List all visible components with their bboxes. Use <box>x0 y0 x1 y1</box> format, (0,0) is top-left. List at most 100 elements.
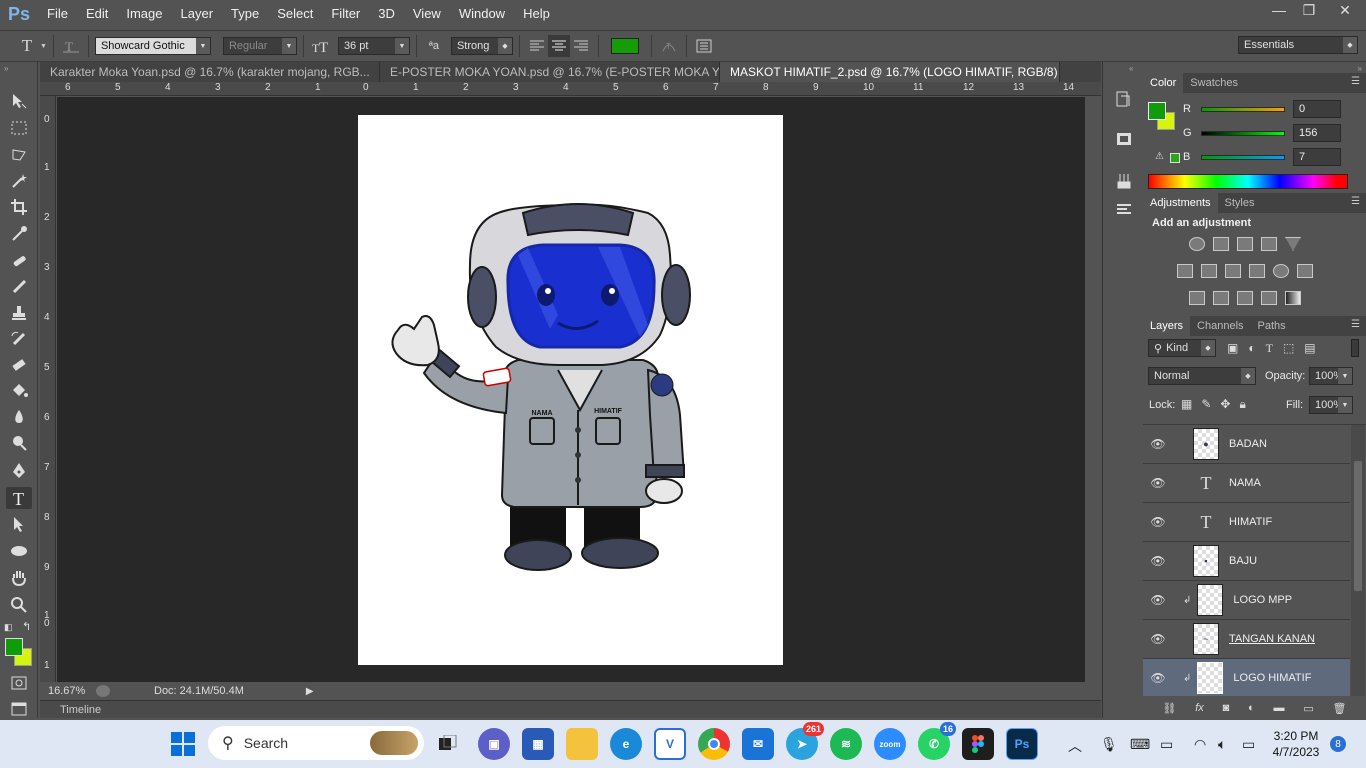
tab-channels[interactable]: Channels <box>1190 316 1250 336</box>
microsoft-store-icon[interactable]: ▦ <box>522 728 554 760</box>
new-adjustment-icon[interactable]: ◐ <box>1248 702 1255 718</box>
layer-name[interactable]: LOGO MPP <box>1233 594 1292 606</box>
smart-object-filter-icon[interactable]: ▤ <box>1304 341 1315 356</box>
pen-tool-icon[interactable] <box>6 460 32 482</box>
menu-3d[interactable]: 3D <box>369 0 404 28</box>
opacity-field[interactable]: 100% ▼ <box>1309 367 1353 385</box>
exposure-icon[interactable] <box>1261 237 1277 251</box>
font-family-select[interactable]: Showcard Gothic ▼ <box>94 37 211 55</box>
font-style-select[interactable]: Regular ▼ <box>222 37 297 55</box>
web-safe-color-icon[interactable] <box>1170 153 1180 163</box>
filter-toggle[interactable] <box>1351 339 1359 357</box>
dodge-tool-icon[interactable] <box>6 432 32 454</box>
new-layer-icon[interactable]: ▭ <box>1303 702 1313 718</box>
link-layers-icon[interactable]: ⛓︎ <box>1162 702 1176 718</box>
zoom-app-icon[interactable]: zoom <box>874 728 906 760</box>
ellipse-tool-icon[interactable] <box>6 540 32 562</box>
vibrance-icon[interactable] <box>1285 237 1301 251</box>
menu-filter[interactable]: Filter <box>322 0 369 28</box>
fill-field[interactable]: 100% ▼ <box>1309 396 1353 414</box>
align-right-icon[interactable] <box>570 35 592 57</box>
layer-row-tangan-kanan[interactable]: 👁︎ ~ TANGAN KANAN <box>1143 620 1350 659</box>
display-icon[interactable]: ▭ <box>1160 736 1173 753</box>
blue-value-field[interactable]: 7 <box>1293 148 1341 166</box>
crop-tool-icon[interactable] <box>6 196 32 218</box>
edge-browser-icon[interactable]: e <box>610 728 642 760</box>
photoshop-taskbar-icon[interactable]: Ps <box>1006 728 1038 760</box>
lasso-tool-icon[interactable] <box>6 144 32 166</box>
green-slider[interactable]: G 156 <box>1183 123 1341 143</box>
layer-row-nama[interactable]: 👁︎ T NAMA <box>1143 464 1350 503</box>
layers-scrollbar[interactable] <box>1351 425 1365 696</box>
visibility-eye-icon[interactable]: 👁︎ <box>1143 476 1173 490</box>
delete-layer-icon[interactable]: 🗑︎ <box>1333 702 1347 718</box>
brightness-contrast-icon[interactable] <box>1189 237 1205 251</box>
eraser-tool-icon[interactable] <box>6 354 32 376</box>
volume-icon[interactable]: 🔈︎ <box>1218 736 1226 753</box>
chrome-browser-icon[interactable] <box>698 728 730 760</box>
align-left-icon[interactable] <box>526 35 548 57</box>
color-lookup-icon[interactable] <box>1297 264 1313 278</box>
anti-alias-select[interactable]: Strong ◆ <box>450 37 513 55</box>
gamut-warning-icon[interactable]: ⚠ <box>1155 151 1164 162</box>
character-style-icon[interactable] <box>1113 198 1135 220</box>
mail-icon[interactable]: ✉ <box>742 728 774 760</box>
layer-filter-select[interactable]: ⚲ Kind ◆ <box>1148 339 1216 357</box>
move-tool-icon[interactable] <box>6 90 32 112</box>
visibility-eye-icon[interactable]: 👁︎ <box>1143 437 1173 451</box>
quick-mask-icon[interactable] <box>6 672 32 694</box>
restore-button[interactable]: ❐ <box>1294 0 1324 20</box>
task-view-icon[interactable] <box>432 728 464 760</box>
photo-filter-icon[interactable] <box>1249 264 1265 278</box>
visibility-eye-icon[interactable]: 👁︎ <box>1143 554 1173 568</box>
layer-row-logo-mpp[interactable]: 👁︎ ↲ LOGO MPP <box>1143 581 1350 620</box>
menu-view[interactable]: View <box>404 0 450 28</box>
menu-window[interactable]: Window <box>450 0 514 28</box>
layer-style-icon[interactable]: fx <box>1195 702 1204 718</box>
tab-layers[interactable]: Layers <box>1143 316 1191 336</box>
curves-icon[interactable] <box>1237 237 1253 251</box>
tab-paths[interactable]: Paths <box>1251 316 1293 336</box>
new-group-icon[interactable]: ▬ <box>1274 702 1285 718</box>
layer-name[interactable]: TANGAN KANAN <box>1229 633 1315 645</box>
layer-row-logo-himatif[interactable]: 👁︎ ↲ LOGO HIMATIF <box>1143 659 1350 696</box>
panel-menu-icon[interactable]: ☰ <box>1351 319 1360 330</box>
green-slider-track[interactable] <box>1201 130 1285 136</box>
black-white-icon[interactable] <box>1225 264 1241 278</box>
menu-select[interactable]: Select <box>268 0 322 28</box>
marquee-tool-icon[interactable] <box>6 117 32 139</box>
character-panel-icon[interactable] <box>693 35 715 57</box>
red-slider-track[interactable] <box>1201 106 1285 112</box>
tab-maskot-himatif[interactable]: MASKOT HIMATIF_2.psd @ 16.7% (LOGO HIMAT… <box>720 62 1060 82</box>
keyboard-icon[interactable]: ⌨ <box>1130 736 1150 753</box>
selective-color-icon[interactable] <box>1261 291 1277 305</box>
visibility-eye-icon[interactable]: 👁︎ <box>1143 632 1173 646</box>
color-spectrum-bar[interactable] <box>1148 174 1348 189</box>
menu-help[interactable]: Help <box>514 0 559 28</box>
wifi-icon[interactable]: ◠ <box>1194 736 1206 753</box>
zoom-level[interactable]: 16.67% <box>48 685 90 697</box>
layer-name[interactable]: LOGO HIMATIF <box>1233 672 1311 684</box>
default-colors-icon[interactable]: ◧ <box>4 622 13 633</box>
taskbar-clock[interactable]: 3:20 PM 4/7/2023 <box>1270 728 1322 760</box>
layer-name[interactable]: BAJU <box>1229 555 1257 567</box>
gradient-map-icon[interactable] <box>1285 291 1301 305</box>
magic-wand-tool-icon[interactable] <box>6 170 32 192</box>
status-menu-arrow-icon[interactable]: ▶ <box>306 686 314 697</box>
microphone-icon[interactable]: 🎙︎ <box>1100 736 1118 753</box>
pixel-filter-icon[interactable]: ▣ <box>1227 341 1238 356</box>
foreground-color-swatch[interactable] <box>5 638 23 656</box>
lock-all-icon[interactable]: 🔒︎ <box>1239 397 1245 412</box>
layer-name[interactable]: BADAN <box>1229 438 1267 450</box>
channel-mixer-icon[interactable] <box>1273 264 1289 278</box>
telegram-icon[interactable]: ➤ 261 <box>786 722 824 760</box>
red-slider[interactable]: R 0 <box>1183 99 1341 119</box>
layer-name[interactable]: NAMA <box>1229 477 1261 489</box>
eyedropper-tool-icon[interactable] <box>6 223 32 245</box>
healing-brush-tool-icon[interactable] <box>6 250 32 272</box>
blur-tool-icon[interactable] <box>6 406 32 428</box>
color-panel-foreground[interactable] <box>1148 102 1166 120</box>
spotify-icon[interactable]: ≋ <box>830 728 862 760</box>
menu-file[interactable]: File <box>38 0 77 28</box>
file-explorer-icon[interactable] <box>566 728 598 760</box>
